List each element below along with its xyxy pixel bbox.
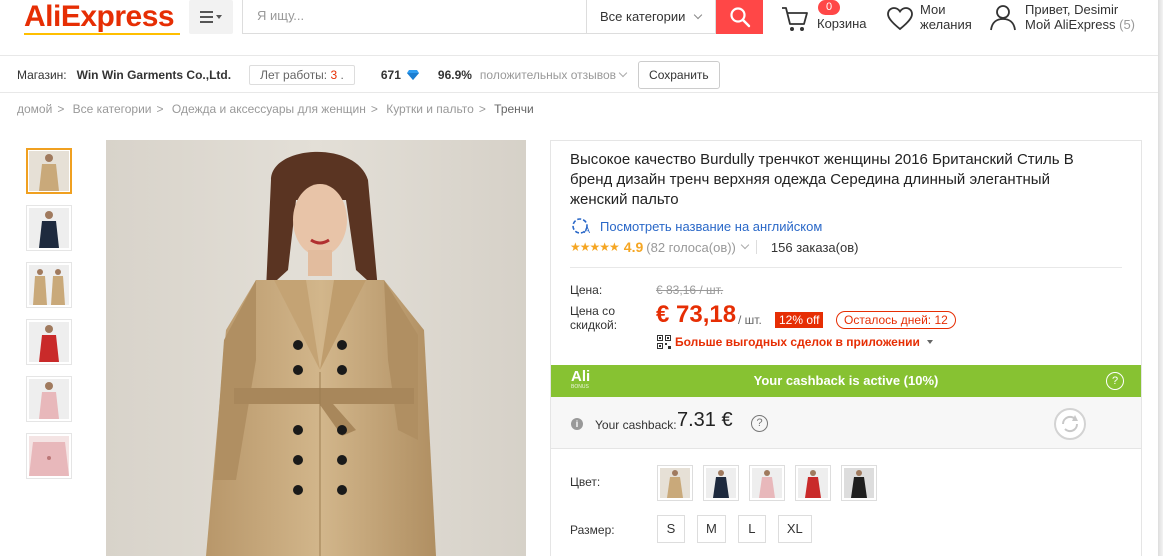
size-option-m[interactable]: M — [697, 515, 726, 543]
user-icon — [990, 5, 1016, 31]
breadcrumb-coats[interactable]: Куртки и пальто — [386, 102, 474, 116]
cashback-panel: i Your cashback: 7.31 € ? — [551, 397, 1141, 449]
thumbnail-3[interactable] — [26, 262, 72, 308]
category-select-label: Все категории — [600, 9, 686, 24]
discount-price-label: Цена со скидкой: — [570, 304, 618, 332]
product-thumbnails — [26, 148, 74, 490]
search-button[interactable] — [716, 0, 763, 34]
divider — [570, 267, 1122, 268]
hamburger-icon — [200, 11, 213, 23]
color-option-navy[interactable] — [703, 465, 739, 501]
cashback-status-text: Your cashback is active (10%) — [753, 373, 939, 388]
cashback-banner: Ali BONUS Your cashback is active (10%) … — [551, 365, 1141, 397]
your-cashback-label: Your cashback: — [595, 418, 677, 432]
thumbnail-4[interactable] — [26, 319, 72, 365]
discount-badge: 12% off — [775, 312, 824, 328]
discount-price: € 73,18 — [656, 301, 737, 328]
caret-down-icon — [926, 340, 933, 344]
color-label: Цвет: — [570, 475, 601, 489]
rating-stars: ★★★★★ — [570, 240, 620, 254]
help-icon[interactable]: ? — [1106, 372, 1124, 390]
rating-summary: ★★★★★ 4.9 (82 голоса(ов)) 156 заказа(ов) — [570, 239, 858, 255]
trench-coat-model-image — [106, 140, 526, 556]
categories-menu-button[interactable] — [189, 0, 233, 34]
store-info-bar: Магазин: Win Win Garments Co.,Ltd. Лет р… — [0, 57, 1163, 93]
caret-down-icon — [216, 15, 222, 19]
diamond-icon — [406, 69, 419, 80]
store-name-link[interactable]: Win Win Garments Co.,Ltd. — [77, 68, 231, 82]
account-notification-count: (5) — [1119, 17, 1136, 32]
breadcrumb-home[interactable]: домой — [17, 102, 52, 116]
main-product-image[interactable] — [106, 140, 526, 556]
cart-label: Корзина — [817, 16, 867, 31]
size-option-xl[interactable]: XL — [777, 515, 812, 543]
chevron-down-icon[interactable] — [618, 68, 628, 77]
thumbnail-image — [29, 151, 69, 191]
cashback-value: 7.31 € — [677, 409, 733, 431]
price-unit: / шт. — [738, 313, 762, 327]
thumbnail-image — [29, 265, 69, 305]
breadcrumb-all-categories[interactable]: Все категории — [73, 102, 152, 116]
color-options — [657, 465, 877, 501]
original-price: € 83,16 / шт. — [656, 283, 724, 297]
rating-value: 4.9 — [623, 239, 644, 255]
days-left-badge: Осталось дней: 12 — [836, 311, 956, 329]
thumbnail-image — [29, 436, 69, 476]
thumbnail-1[interactable] — [26, 148, 72, 194]
orders-count: 156 заказа(ов) — [770, 239, 859, 255]
thumbnail-image — [29, 208, 69, 248]
store-feedback-score[interactable]: 671 — [381, 68, 401, 82]
store-years-badge: Лет работы: 3 . — [249, 64, 355, 85]
logo-underline — [24, 33, 180, 35]
color-option-black[interactable] — [841, 465, 877, 501]
translate-icon: A — [572, 218, 590, 235]
view-english-title-label: Посмотреть название на английском — [600, 218, 823, 234]
size-options: S M L XL — [657, 515, 812, 543]
thumbnail-image — [29, 379, 69, 419]
thumbnail-6[interactable] — [26, 433, 72, 479]
product-info-panel: Высокое качество Burdully тренчкот женщи… — [550, 140, 1142, 556]
positive-feedback-label[interactable]: положительных отзывов — [480, 68, 616, 82]
cart-icon — [782, 7, 808, 31]
breadcrumb-women-clothing[interactable]: Одежда и аксессуары для женщин — [172, 102, 366, 116]
qr-code-icon — [657, 335, 671, 349]
size-option-l[interactable]: L — [737, 515, 766, 543]
chevron-down-icon[interactable] — [740, 240, 750, 250]
wishlist-label: Мои желания — [920, 2, 972, 32]
window-edge-shadow — [1158, 0, 1163, 556]
refresh-icon[interactable] — [1053, 407, 1087, 441]
info-icon[interactable]: i — [571, 418, 583, 430]
rating-votes-link[interactable]: (82 голоса(ов)) — [646, 240, 736, 255]
save-store-button[interactable]: Сохранить — [638, 60, 720, 89]
price-label: Цена: — [570, 283, 603, 297]
color-option-beige[interactable] — [657, 465, 693, 501]
svg-text:A: A — [584, 225, 590, 235]
size-label: Размер: — [570, 523, 615, 537]
thumbnail-5[interactable] — [26, 376, 72, 422]
product-title: Высокое качество Burdully тренчкот женщи… — [570, 151, 1074, 208]
help-icon[interactable]: ? — [751, 415, 768, 432]
color-option-pink[interactable] — [749, 465, 785, 501]
positive-feedback-percent: 96.9% — [437, 67, 472, 82]
color-option-red[interactable] — [795, 465, 831, 501]
chevron-down-icon — [694, 10, 703, 19]
app-deals-label: Больше выгодных сделок в приложении — [675, 335, 920, 349]
heart-icon — [887, 7, 913, 31]
size-option-s[interactable]: S — [657, 515, 685, 543]
cart-count-badge: 0 — [818, 0, 840, 15]
breadcrumb-current[interactable]: Тренчи — [494, 102, 534, 116]
breadcrumb: домой > Все категории > Одежда и аксессуар… — [17, 102, 534, 116]
divider — [755, 240, 757, 254]
category-select[interactable]: Все категории — [586, 0, 716, 34]
view-english-title-link[interactable]: A Посмотреть название на английском — [570, 217, 822, 235]
app-deals-link[interactable]: Больше выгодных сделок в приложении — [657, 335, 933, 349]
search-input[interactable]: Я ищу... — [242, 0, 587, 34]
thumbnail-image — [29, 322, 69, 362]
thumbnail-2[interactable] — [26, 205, 72, 251]
search-icon — [729, 7, 750, 28]
aliexpress-logo[interactable]: AliExpress — [24, 2, 175, 32]
site-header: AliExpress Я ищу... Все категории 0 Корз… — [0, 0, 1163, 56]
store-label: Магазин: — [17, 67, 67, 82]
account-label: Привет, Desimir Мой AliExpress (5) — [1025, 2, 1136, 32]
